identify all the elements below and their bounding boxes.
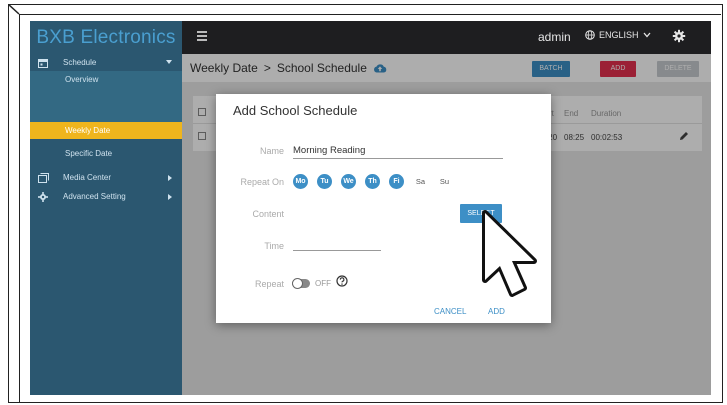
caret-down-icon [166, 60, 172, 64]
brand-logo[interactable]: BXB Electronics [30, 21, 182, 54]
repeat-state: OFF [315, 279, 331, 288]
content-label: Content [252, 209, 284, 219]
sidebar-subitem-label: Weekly Date [65, 126, 111, 135]
day-toggle-fi[interactable]: Fi [389, 173, 404, 189]
calendar-icon [38, 59, 48, 68]
day-toggle-mo[interactable]: Mo [293, 173, 308, 189]
caret-right-icon [168, 175, 172, 181]
cancel-button[interactable]: CANCEL [434, 307, 466, 316]
sidebar-item-label: Advanced Setting [63, 192, 126, 201]
sidebar-subitem-label: Overview [65, 75, 99, 84]
mouse-pointer-icon [482, 210, 537, 297]
day-toggle-tu[interactable]: Tu [317, 173, 332, 189]
gear-icon [38, 192, 48, 202]
top-bar: BXB Electronics admin ENGLISH [30, 21, 711, 54]
day-toggle-we[interactable]: We [341, 173, 356, 189]
globe-icon [585, 30, 595, 40]
sidebar-item-advanced-setting[interactable]: Advanced Setting [30, 188, 182, 205]
media-icon [38, 173, 49, 183]
dialog-title: Add School Schedule [233, 103, 358, 118]
day-toggle-sa[interactable]: Sa [413, 174, 428, 189]
hamburger-menu-icon[interactable] [197, 31, 207, 43]
settings-gear-icon[interactable] [672, 29, 686, 43]
name-field[interactable]: Morning Reading [293, 143, 503, 159]
sidebar-item-specific-date[interactable]: Specific Date [30, 145, 182, 162]
repeat-toggle-knob[interactable] [292, 278, 303, 289]
sidebar-item-media-center[interactable]: Media Center [30, 169, 182, 186]
user-name[interactable]: admin [538, 30, 571, 44]
sidebar: Schedule Overview Weekly Date Specific D… [30, 54, 182, 395]
sidebar-subitem-label: Specific Date [65, 149, 113, 158]
name-label: Name [259, 146, 284, 156]
sidebar-item-overview[interactable]: Overview [30, 71, 182, 88]
repeat-on-label: Repeat On [240, 177, 284, 187]
inner-frame-top [19, 14, 721, 15]
day-toggle-th[interactable]: Th [365, 173, 380, 189]
weekday-selector: Mo Tu We Th Fi Sa Su [293, 173, 452, 189]
time-field[interactable] [293, 237, 381, 251]
inner-frame-left [19, 14, 20, 403]
sidebar-item-label: Media Center [63, 173, 112, 182]
help-icon[interactable] [336, 275, 348, 287]
sidebar-item-schedule[interactable]: Schedule [30, 54, 182, 71]
sidebar-item-label: Schedule [63, 58, 97, 67]
day-toggle-su[interactable]: Su [437, 174, 452, 189]
chevron-down-icon [643, 32, 651, 38]
language-label: ENGLISH [599, 30, 639, 40]
sidebar-item-weekly-date[interactable]: Weekly Date [30, 122, 182, 139]
time-label: Time [264, 241, 284, 251]
frame-corner [8, 4, 20, 15]
language-selector[interactable]: ENGLISH [585, 30, 651, 40]
app-window: BXB Electronics admin ENGLISH Schedule O… [30, 21, 711, 395]
repeat-label: Repeat [254, 279, 284, 289]
caret-right-icon [168, 194, 172, 200]
